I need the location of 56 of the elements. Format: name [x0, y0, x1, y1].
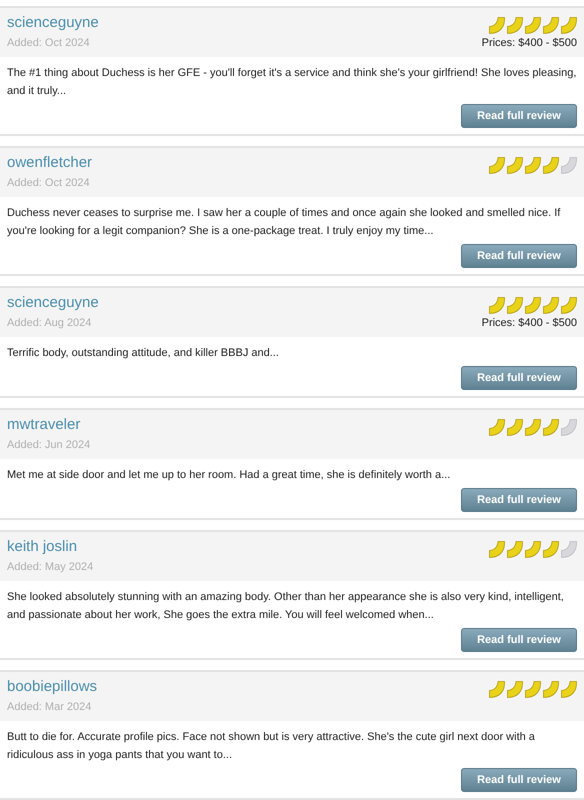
banana-icon: [489, 541, 505, 558]
banana-icon: [561, 681, 577, 698]
read-review-button[interactable]: Read full review: [461, 768, 577, 792]
review-excerpt: Terrific body, outstanding attitude, and killer BBBJ and...: [7, 346, 280, 361]
read-review-button[interactable]: Read full review: [461, 366, 577, 390]
added-date: Added: Jun 2024: [7, 438, 90, 453]
banana-icon: [525, 17, 541, 34]
read-review-button[interactable]: Read full review: [461, 488, 577, 512]
added-date: Added: Oct 2024: [7, 176, 91, 191]
price-range: Prices: $400 - $500: [482, 316, 577, 331]
banana-icon: [543, 541, 559, 558]
reviewer-name[interactable]: scienceguyne: [7, 12, 99, 34]
banana-icon: [561, 17, 577, 34]
added-date: Added: May 2024: [7, 560, 94, 575]
reviewer-name[interactable]: scienceguyne: [7, 292, 99, 314]
reviewer-name[interactable]: boobiepillows: [7, 676, 98, 698]
banana-icon: [507, 681, 523, 698]
review-excerpt: The #1 thing about Duchess is her GFE - you'll forget it's a service and think she's your girlfriend! She loves pleasing, and it truly...: [7, 66, 577, 99]
reviewer-name[interactable]: owenfletcher: [7, 152, 92, 174]
review-excerpt: She looked absolutely stunning with an amazing body. Other than her appearance she is also very kind, intelligent, and passionate about her work, She goes the extra mile. You will feel welcomed when...: [7, 590, 565, 623]
banana-icon: [525, 297, 541, 314]
faded-banana-icon: [561, 157, 577, 174]
added-date: Added: Oct 2024: [7, 36, 91, 51]
banana-icon: [489, 157, 505, 174]
price-range: Prices: $400 - $500: [482, 36, 577, 51]
faded-banana-icon: [561, 419, 577, 436]
banana-icon: [489, 297, 505, 314]
banana-icon: [489, 419, 505, 436]
banana-icon: [543, 297, 559, 314]
banana-icon: [525, 541, 541, 558]
review-excerpt: Met me at side door and let me up to her room. Had a great time, she is definitely worth a...: [7, 468, 452, 483]
banana-icon: [543, 157, 559, 174]
banana-icon: [507, 541, 523, 558]
read-review-button[interactable]: Read full review: [461, 104, 577, 128]
reviewer-name[interactable]: keith joslin: [7, 536, 94, 558]
banana-icon: [525, 157, 541, 174]
banana-icon: [507, 17, 523, 34]
review-excerpt: Butt to die for. Accurate profile pics. Face not shown but is very attractive. She's the cute girl next door with a ridiculous ass in yoga pants that you want to...: [7, 730, 536, 763]
read-review-button[interactable]: Read full review: [461, 628, 577, 652]
faded-banana-icon: [561, 541, 577, 558]
added-date: Added: Mar 2024: [7, 700, 92, 715]
banana-icon: [507, 297, 523, 314]
banana-icon: [489, 681, 505, 698]
banana-icon: [543, 17, 559, 34]
reviewer-name[interactable]: mwtraveler: [7, 414, 90, 436]
banana-icon: [525, 419, 541, 436]
banana-icon: [525, 681, 541, 698]
banana-icon: [489, 17, 505, 34]
read-review-button[interactable]: Read full review: [461, 244, 577, 268]
review-excerpt: Duchess never ceases to surprise me. I saw her a couple of times and once again she looked and smelled nice. If you're looking for a legit companion? She is a one-package treat. I truly enjoy my time...: [7, 206, 562, 239]
banana-icon: [543, 681, 559, 698]
banana-icon: [561, 297, 577, 314]
banana-icon: [507, 157, 523, 174]
added-date: Added: Aug 2024: [7, 316, 92, 331]
banana-icon: [507, 419, 523, 436]
banana-icon: [543, 419, 559, 436]
